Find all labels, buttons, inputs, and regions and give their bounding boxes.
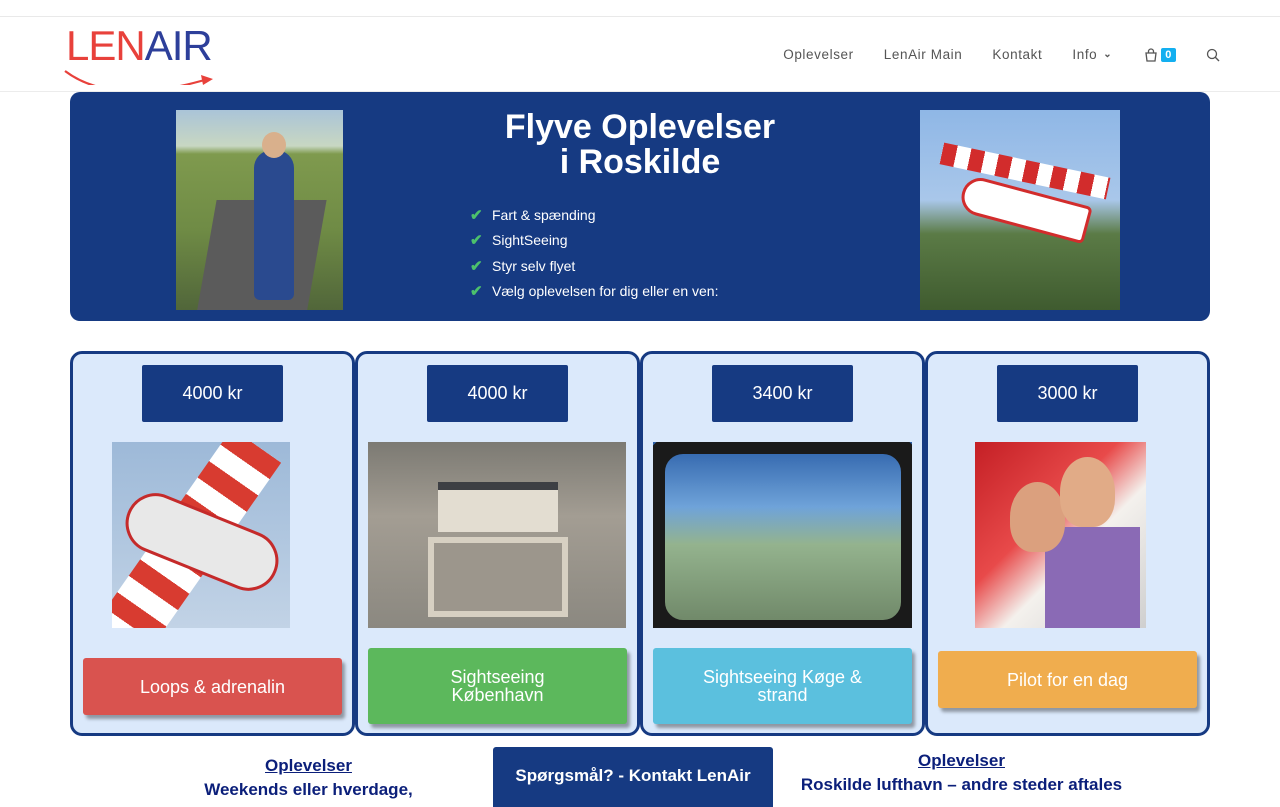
feature-item: ✔ Vælg oplevelsen for dig eller en ven: [470,279,718,305]
cart-count-badge: 0 [1161,47,1176,62]
card-pilot: 3000 kr Pilot for en dag [925,351,1210,736]
feature-item: ✔ Styr selv flyet [470,253,718,279]
koge-photo [653,442,912,628]
hero-title-line1: Flyve Oplevelser [504,108,776,146]
sightseeing-kobenhavn-button[interactable]: Sightseeing København [368,648,627,724]
plane-photo [920,110,1120,310]
price-badge: 3400 kr [712,365,853,422]
cart-icon [1145,47,1158,62]
experience-cards: 4000 kr Loops & adrenalin 4000 kr Sights… [70,351,1210,736]
card-loops: 4000 kr Loops & adrenalin [70,351,355,736]
search-button[interactable] [1206,48,1220,62]
hero-title-line2: i Roskilde [559,143,721,181]
oplevelser-link-right[interactable]: Oplevelser [918,751,1005,770]
feature-list: ✔ Fart & spænding ✔ SightSeeing ✔ Styr selv… [470,202,718,304]
nav-item-kontakt[interactable]: Kontakt [992,47,1042,62]
check-icon: ✔ [470,232,483,250]
contact-button[interactable]: Spørgsmål? - Kontakt LenAir [493,747,773,807]
loops-adrenalin-button[interactable]: Loops & adrenalin [83,658,342,715]
pilot-photo-card [975,442,1146,628]
nav-item-lenair-main[interactable]: LenAir Main [884,47,963,62]
main-nav: Oplevelser LenAir Main Kontakt Info ⌄ 0 [753,17,1220,92]
search-icon [1206,48,1220,61]
nav-item-info[interactable]: Info ⌄ [1072,47,1112,62]
chevron-down-icon: ⌄ [1103,49,1113,60]
price-badge: 4000 kr [142,365,283,422]
price-badge: 4000 kr [427,365,568,422]
card-kobenhavn: 4000 kr Sightseeing København [355,351,640,736]
top-bar [0,0,1280,17]
bottom-right-text: Roskilde lufthavn – andre steder aftales [800,775,1123,794]
card-koge: 3400 kr Sightseeing Køge & strand [640,351,925,736]
feature-item: ✔ SightSeeing [470,228,718,254]
kobenhavn-photo [368,442,626,628]
feature-label: SightSeeing [492,232,568,249]
bottom-left-info: Oplevelser Weekends eller hverdage, [180,754,437,802]
cart-button[interactable]: 0 [1144,47,1176,62]
check-icon: ✔ [470,283,483,301]
lenair-logo[interactable]: LENAIR [63,25,215,85]
feature-item: ✔ Fart & spænding [470,202,718,228]
feature-label: Fart & spænding [492,206,596,223]
feature-label: Vælg oplevelsen for dig eller en ven: [492,283,719,300]
check-icon: ✔ [470,257,483,275]
nav-item-info-label: Info [1072,47,1098,62]
nav-item-oplevelser[interactable]: Oplevelser [783,47,854,62]
pilot-photo [176,110,343,310]
oplevelser-link-left[interactable]: Oplevelser [265,756,352,775]
feature-label: Styr selv flyet [492,257,576,274]
loops-photo [112,442,290,628]
logo-swoosh-icon [64,70,213,85]
hero-title: Flyve Oplevelser i Roskilde [450,110,830,180]
sightseeing-koge-button[interactable]: Sightseeing Køge & strand [653,648,912,724]
check-icon: ✔ [470,206,483,224]
bottom-left-text: Weekends eller hverdage, [204,780,413,799]
bottom-right-info: Oplevelser Roskilde lufthavn – andre ste… [795,749,1128,797]
price-badge: 3000 kr [997,365,1138,422]
site-header: LENAIR Oplevelser LenAir Main Kontakt In… [0,17,1280,92]
pilot-for-en-dag-button[interactable]: Pilot for en dag [938,651,1197,708]
bottom-section: Oplevelser Weekends eller hverdage, Spør… [0,740,1280,807]
hero-banner: Flyve Oplevelser i Roskilde ✔ Fart & spæn… [70,92,1210,321]
